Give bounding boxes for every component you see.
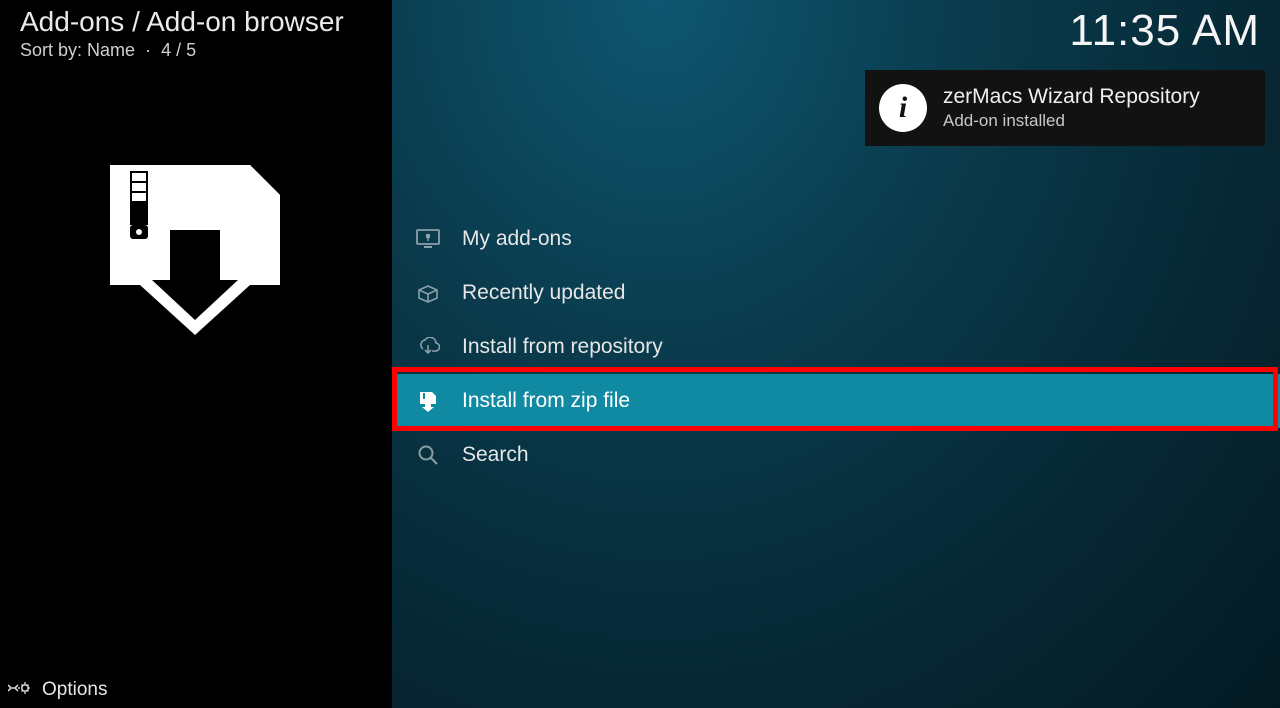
header: Add-ons / Add-on browser Sort by: Name ·… [20, 6, 1260, 61]
open-box-icon [416, 281, 440, 305]
notification-subtitle: Add-on installed [943, 111, 1200, 131]
menu-item-search[interactable]: Search [392, 428, 1280, 482]
menu-item-install-from-zip[interactable]: Install from zip file [392, 374, 1280, 428]
menu-item-label: Search [462, 443, 529, 467]
menu: My add-ons Recently updated Install from… [392, 212, 1280, 482]
clock: 11:35 AM [1069, 6, 1260, 56]
options-icon[interactable] [8, 678, 30, 703]
sort-line: Sort by: Name · 4 / 5 [20, 40, 344, 61]
notification-title: zerMacs Wizard Repository [943, 85, 1200, 109]
options-button[interactable]: Options [42, 679, 107, 701]
notification-toast: i zerMacs Wizard Repository Add-on insta… [865, 70, 1265, 146]
sidebar [0, 0, 392, 708]
header-left: Add-ons / Add-on browser Sort by: Name ·… [20, 6, 344, 61]
zip-download-icon [416, 389, 440, 413]
menu-item-label: Recently updated [462, 281, 625, 305]
menu-item-label: Install from zip file [462, 389, 630, 413]
menu-item-install-from-repository[interactable]: Install from repository [392, 320, 1280, 374]
notification-text: zerMacs Wizard Repository Add-on install… [943, 85, 1200, 131]
app-root: Add-ons / Add-on browser Sort by: Name ·… [0, 0, 1280, 708]
menu-item-label: Install from repository [462, 335, 663, 359]
list-position: 4 / 5 [161, 40, 196, 60]
breadcrumb: Add-ons / Add-on browser [20, 6, 344, 38]
search-icon [416, 443, 440, 467]
install-from-zip-icon [100, 165, 290, 340]
cloud-download-icon [416, 335, 440, 359]
footer: Options [0, 672, 392, 708]
sort-label: Sort by: Name [20, 40, 135, 60]
info-icon: i [879, 84, 927, 132]
menu-item-recently-updated[interactable]: Recently updated [392, 266, 1280, 320]
menu-item-label: My add-ons [462, 227, 572, 251]
addons-icon [416, 227, 440, 251]
menu-item-my-addons[interactable]: My add-ons [392, 212, 1280, 266]
